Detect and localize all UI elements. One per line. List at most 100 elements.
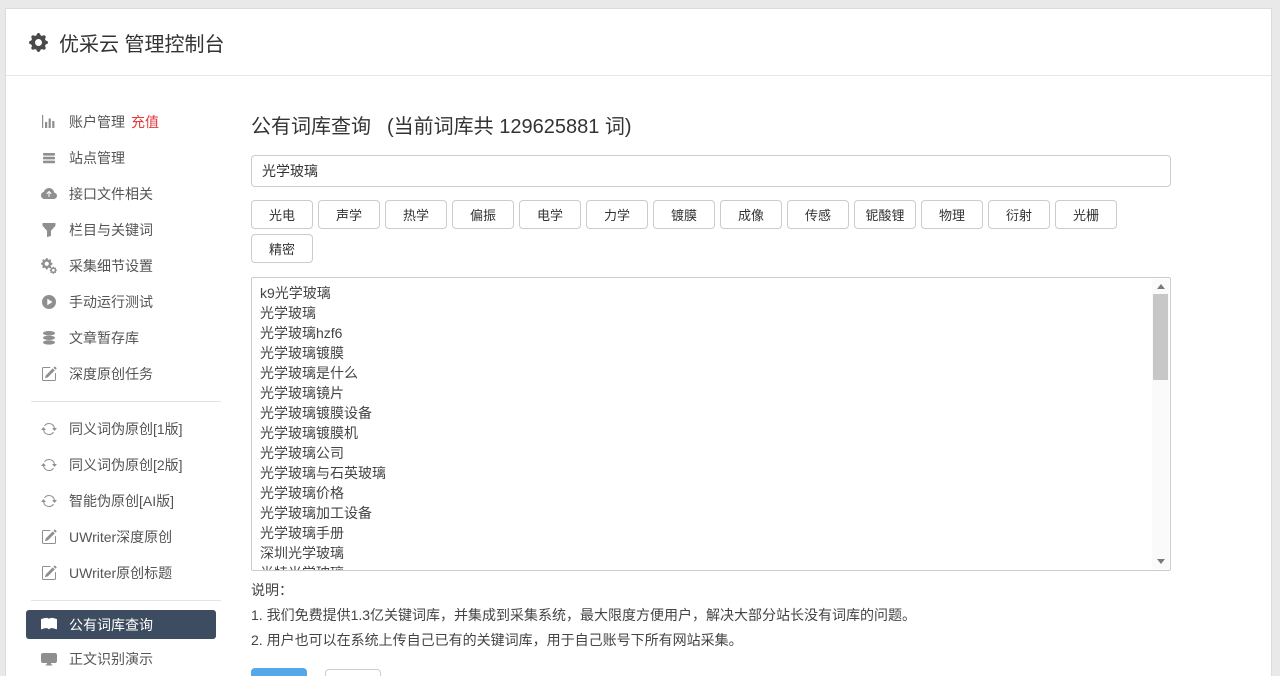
keyword-search-input[interactable] xyxy=(251,155,1171,187)
scroll-thumb[interactable] xyxy=(1153,294,1168,380)
main-content: 公有词库查询 (当前词库共 129625881 词) 光电声学热学偏振电学力学镀… xyxy=(246,76,1271,676)
refresh-icon xyxy=(41,457,57,473)
scroll-down-arrow[interactable] xyxy=(1152,554,1169,569)
sidebar-item[interactable]: 栏目与关键词 xyxy=(6,212,246,248)
gear-icon xyxy=(29,33,48,52)
sidebar-item-label: 同义词伪原创[2版] xyxy=(69,455,183,475)
sidebar-item[interactable]: 手动运行测试 xyxy=(6,284,246,320)
sidebar-item[interactable]: 深度原创任务 xyxy=(6,356,246,392)
sidebar-divider xyxy=(31,401,221,402)
query-button[interactable]: 查询 xyxy=(251,668,307,676)
play-circle-icon xyxy=(41,294,57,310)
result-item[interactable]: 光学玻璃 xyxy=(260,303,1148,323)
refresh-icon xyxy=(41,421,57,437)
sidebar-item[interactable]: 接口文件相关 xyxy=(6,176,246,212)
action-buttons: 查询 清空 xyxy=(251,668,1271,676)
app-panel: 优采云 管理控制台 账户管理充值站点管理接口文件相关栏目与关键词采集细节设置手动… xyxy=(5,8,1272,676)
sidebar-item-label: 手动运行测试 xyxy=(69,292,153,312)
tag-button[interactable]: 传感 xyxy=(787,200,849,229)
tag-button-row: 光电声学热学偏振电学力学镀膜成像传感铌酸锂物理衍射光栅精密 xyxy=(251,200,1171,268)
result-item[interactable]: 肖特光学玻璃 xyxy=(260,563,1148,571)
sidebar-item-label: UWriter原创标题 xyxy=(69,563,172,583)
tag-button[interactable]: 电学 xyxy=(519,200,581,229)
clear-button[interactable]: 清空 xyxy=(325,669,381,676)
cloud-upload-icon xyxy=(41,186,57,202)
sidebar-item-label: 栏目与关键词 xyxy=(69,220,153,240)
server-icon xyxy=(41,150,57,166)
notes: 说明： 1. 我们免费提供1.3亿关键词库，并集成到采集系统，最大限度方便用户，… xyxy=(251,578,1271,653)
app-title: 优采云 管理控制台 xyxy=(59,28,225,57)
tag-button[interactable]: 声学 xyxy=(318,200,380,229)
content: 账户管理充值站点管理接口文件相关栏目与关键词采集细节设置手动运行测试文章暂存库深… xyxy=(6,76,1271,676)
database-icon xyxy=(41,330,57,346)
sidebar-item-active[interactable]: 公有词库查询 xyxy=(26,610,216,639)
tag-button[interactable]: 物理 xyxy=(921,200,983,229)
result-item[interactable]: 深圳光学玻璃 xyxy=(260,543,1148,563)
sidebar-item[interactable]: 同义词伪原创[2版] xyxy=(6,447,246,483)
filter-icon xyxy=(41,222,57,238)
tag-button[interactable]: 热学 xyxy=(385,200,447,229)
edit-icon xyxy=(41,529,57,545)
sidebar-item[interactable]: 文章暂存库 xyxy=(6,320,246,356)
sidebar-item-label: 深度原创任务 xyxy=(69,364,153,384)
result-item[interactable]: 光学玻璃加工设备 xyxy=(260,503,1148,523)
sidebar-item-label: 文章暂存库 xyxy=(69,328,139,348)
result-item[interactable]: 光学玻璃镀膜机 xyxy=(260,423,1148,443)
tag-button[interactable]: 铌酸锂 xyxy=(854,200,916,229)
tag-button[interactable]: 精密 xyxy=(251,234,313,263)
sidebar-item-label: UWriter深度原创 xyxy=(69,527,172,547)
scroll-up-arrow[interactable] xyxy=(1152,279,1169,294)
sidebar-item-label: 接口文件相关 xyxy=(69,184,153,204)
tag-button[interactable]: 偏振 xyxy=(452,200,514,229)
results-list: k9光学玻璃光学玻璃光学玻璃hzf6光学玻璃镀膜光学玻璃是什么光学玻璃镜片光学玻… xyxy=(252,278,1170,571)
result-item[interactable]: 光学玻璃hzf6 xyxy=(260,323,1148,343)
sidebar-item[interactable]: UWriter原创标题 xyxy=(6,555,246,591)
sidebar-item-label: 采集细节设置 xyxy=(69,256,153,276)
sidebar-item-label: 智能伪原创[AI版] xyxy=(69,491,174,511)
result-item[interactable]: 光学玻璃手册 xyxy=(260,523,1148,543)
tag-button[interactable]: 衍射 xyxy=(988,200,1050,229)
tag-button[interactable]: 光电 xyxy=(251,200,313,229)
edit-icon xyxy=(41,565,57,581)
result-item[interactable]: 光学玻璃镜片 xyxy=(260,383,1148,403)
result-item[interactable]: 光学玻璃镀膜设备 xyxy=(260,403,1148,423)
sidebar-item[interactable]: 站点管理 xyxy=(6,140,246,176)
edit-icon xyxy=(41,366,57,382)
word-count-subtitle: (当前词库共 129625881 词) xyxy=(387,113,632,141)
result-item[interactable]: 光学玻璃镀膜 xyxy=(260,343,1148,363)
notes-lines: 1. 我们免费提供1.3亿关键词库，并集成到采集系统，最大限度方便用户，解决大部… xyxy=(251,603,1271,653)
sidebar-item[interactable]: 智能伪原创[AI版] xyxy=(6,483,246,519)
book-icon xyxy=(41,617,57,633)
tag-button[interactable]: 光栅 xyxy=(1055,200,1117,229)
sidebar-item-label: 同义词伪原创[1版] xyxy=(69,419,183,439)
notes-heading: 说明： xyxy=(251,578,1271,603)
sidebar-item[interactable]: 正文识别演示 xyxy=(6,641,246,676)
sidebar: 账户管理充值站点管理接口文件相关栏目与关键词采集细节设置手动运行测试文章暂存库深… xyxy=(6,76,246,676)
tag-button[interactable]: 镀膜 xyxy=(653,200,715,229)
bar-chart-icon xyxy=(41,114,57,130)
result-item[interactable]: k9光学玻璃 xyxy=(260,283,1148,303)
sidebar-item[interactable]: 同义词伪原创[1版] xyxy=(6,411,246,447)
tag-button[interactable]: 成像 xyxy=(720,200,782,229)
notes-line: 2. 用户也可以在系统上传自己已有的关键词库，用于自己账号下所有网站采集。 xyxy=(251,628,1271,653)
monitor-icon xyxy=(41,651,57,667)
sidebar-item[interactable]: UWriter深度原创 xyxy=(6,519,246,555)
sidebar-item-label: 站点管理 xyxy=(69,148,125,168)
result-item[interactable]: 光学玻璃价格 xyxy=(260,483,1148,503)
recharge-badge[interactable]: 充值 xyxy=(131,112,159,132)
sidebar-item-label: 正文识别演示 xyxy=(69,649,153,669)
sidebar-item-label: 公有词库查询 xyxy=(69,615,153,635)
sidebar-item-label: 账户管理 xyxy=(69,112,125,132)
page-title-row: 公有词库查询 (当前词库共 129625881 词) xyxy=(251,113,1271,141)
page-title: 公有词库查询 xyxy=(251,113,371,141)
tag-button[interactable]: 力学 xyxy=(586,200,648,229)
scrollbar[interactable] xyxy=(1152,279,1169,569)
result-item[interactable]: 光学玻璃与石英玻璃 xyxy=(260,463,1148,483)
notes-line: 1. 我们免费提供1.3亿关键词库，并集成到采集系统，最大限度方便用户，解决大部… xyxy=(251,603,1271,628)
sidebar-item[interactable]: 采集细节设置 xyxy=(6,248,246,284)
sidebar-item[interactable]: 账户管理充值 xyxy=(6,104,246,140)
result-item[interactable]: 光学玻璃是什么 xyxy=(260,363,1148,383)
refresh-icon xyxy=(41,493,57,509)
result-item[interactable]: 光学玻璃公司 xyxy=(260,443,1148,463)
results-listbox[interactable]: k9光学玻璃光学玻璃光学玻璃hzf6光学玻璃镀膜光学玻璃是什么光学玻璃镜片光学玻… xyxy=(251,277,1171,571)
